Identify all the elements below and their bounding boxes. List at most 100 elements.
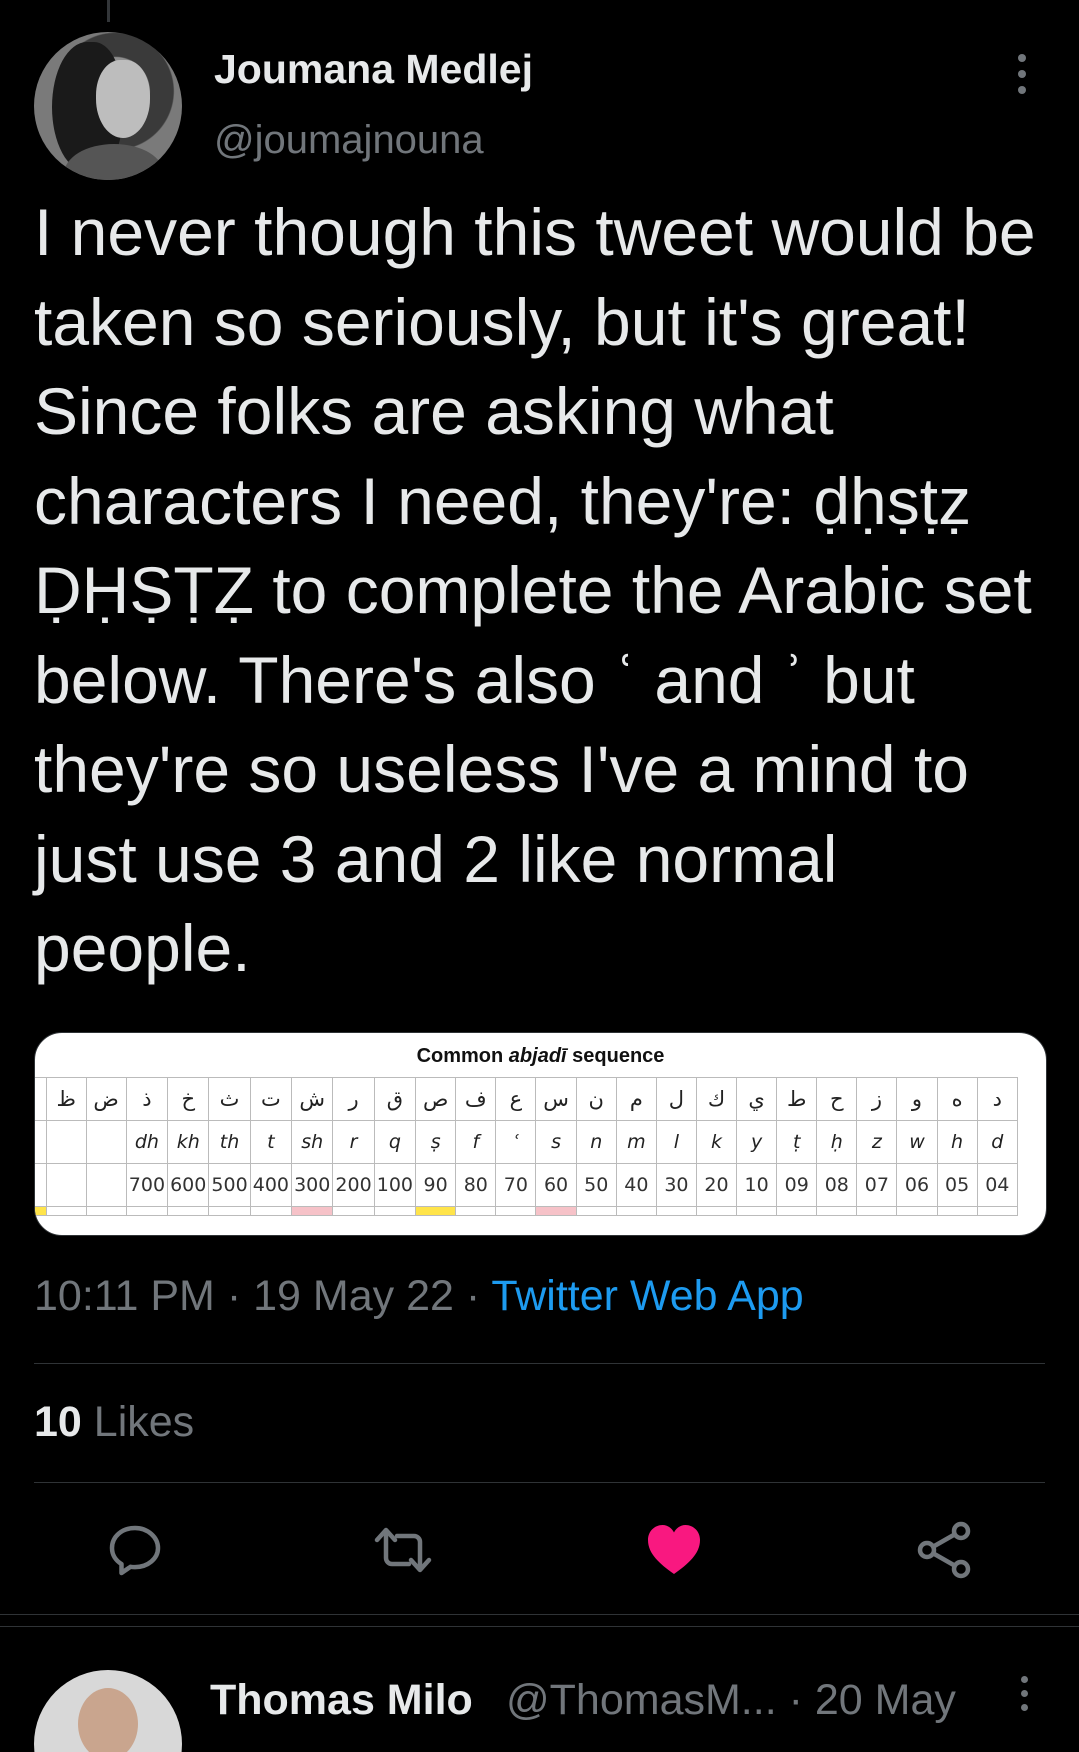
abjad-highlight-cell bbox=[976, 1206, 1019, 1216]
abjad-arabic-cell: ث bbox=[208, 1077, 251, 1121]
abjad-arabic-cell: ط bbox=[776, 1077, 818, 1121]
abjad-transliteration-cell: s bbox=[535, 1120, 577, 1164]
tweet-body-text: I never though this tweet would be taken… bbox=[34, 195, 1054, 985]
abjad-value-cell: 30 bbox=[655, 1163, 697, 1207]
abjad-highlight-cell bbox=[535, 1206, 577, 1216]
abjad-arabic-cell: ف bbox=[455, 1077, 497, 1121]
tweet-time[interactable]: 10:11 PM bbox=[34, 1272, 215, 1320]
abjad-value-cell: 08 bbox=[816, 1163, 858, 1207]
abjad-arabic-cell: ز bbox=[856, 1077, 898, 1121]
abjad-value-cell: 07 bbox=[856, 1163, 898, 1207]
retweet-icon bbox=[374, 1527, 432, 1573]
abjad-transliteration-cell: / bbox=[35, 1120, 47, 1164]
abjad-highlight-cell bbox=[896, 1206, 938, 1216]
abjad-transliteration-cell: l bbox=[655, 1120, 697, 1164]
abjad-arabic-cell: ك bbox=[695, 1077, 738, 1121]
abjad-transliteration-cell: y bbox=[736, 1120, 778, 1164]
abjad-arabic-cell: ر bbox=[332, 1077, 375, 1121]
abjad-highlight-cell bbox=[816, 1206, 858, 1216]
abjad-value-cell: 700 bbox=[125, 1163, 169, 1207]
abjad-transliteration-cell: ʿ bbox=[495, 1120, 537, 1164]
abjad-highlight-cell bbox=[936, 1206, 978, 1216]
tweet-media-image[interactable]: Common abjadī sequence غظضذخثتشرقصفعسنمل… bbox=[34, 1032, 1047, 1236]
reply-more-options-icon[interactable] bbox=[1018, 1676, 1030, 1716]
abjad-highlight-cell bbox=[415, 1206, 457, 1216]
abjad-arabic-cell: ت bbox=[249, 1077, 293, 1121]
abjad-transliteration-cell: ṣ bbox=[415, 1120, 457, 1164]
divider bbox=[34, 1363, 1045, 1364]
retweet-button[interactable] bbox=[371, 1518, 435, 1582]
abjad-arabic-cell: ص bbox=[415, 1077, 457, 1121]
reply-date[interactable]: 20 May bbox=[815, 1676, 956, 1724]
abjad-transliteration-cell bbox=[45, 1120, 87, 1164]
abjad-arabic-cell: د bbox=[976, 1077, 1019, 1121]
abjad-highlight-row bbox=[35, 1206, 1019, 1216]
abjad-value-cell: 200 bbox=[332, 1163, 375, 1207]
abjad-value-cell: 60 bbox=[535, 1163, 577, 1207]
abjad-value-cell: 0 bbox=[35, 1163, 47, 1207]
abjad-transliteration-cell: f bbox=[455, 1120, 497, 1164]
tweet-source-link[interactable]: Twitter Web App bbox=[491, 1272, 803, 1320]
abjad-arabic-cell: س bbox=[535, 1077, 577, 1121]
abjad-value-cell: 20 bbox=[695, 1163, 738, 1207]
author-avatar[interactable] bbox=[34, 32, 182, 180]
abjad-transliteration-cell: z bbox=[856, 1120, 898, 1164]
share-button[interactable] bbox=[912, 1518, 976, 1582]
likes-label: Likes bbox=[93, 1398, 195, 1446]
abjad-value-cell: 05 bbox=[936, 1163, 978, 1207]
reply-author-display-name[interactable]: Thomas Milo bbox=[210, 1676, 473, 1725]
abjad-transliteration-cell: d bbox=[976, 1120, 1019, 1164]
abjad-transliteration-cell: r bbox=[332, 1120, 375, 1164]
abjad-value-cell bbox=[45, 1163, 87, 1207]
abjad-arabic-cell: ض bbox=[85, 1077, 127, 1121]
thread-connector-line bbox=[107, 0, 110, 22]
reply-button[interactable] bbox=[103, 1518, 167, 1582]
reply-author-avatar[interactable] bbox=[34, 1670, 182, 1752]
abjad-highlight-cell bbox=[208, 1206, 251, 1216]
abjad-value-cell: 500 bbox=[208, 1163, 251, 1207]
more-options-icon[interactable] bbox=[1016, 54, 1028, 98]
abjad-highlight-cell bbox=[575, 1206, 617, 1216]
abjad-arabic-cell: ع bbox=[495, 1077, 537, 1121]
abjad-transliteration-cell: q bbox=[373, 1120, 417, 1164]
reply-author-handle-and-date: @ThomasM... · 20 May bbox=[506, 1676, 956, 1725]
reply-author-handle[interactable]: @ThomasM... bbox=[506, 1676, 777, 1724]
author-display-name[interactable]: Joumana Medlej bbox=[214, 46, 533, 93]
reply-tweet[interactable]: Thomas Milo @ThomasM... · 20 May bbox=[0, 1640, 1079, 1752]
abjad-highlight-cell bbox=[85, 1206, 127, 1216]
abjad-arabic-cell: غ bbox=[35, 1077, 47, 1121]
abjad-value-cell bbox=[85, 1163, 127, 1207]
abjad-value-cell: 10 bbox=[736, 1163, 778, 1207]
likes-stat[interactable]: 10 Likes bbox=[34, 1398, 194, 1447]
abjad-transliteration-cell: m bbox=[615, 1120, 657, 1164]
abjad-arabic-cell: ظ bbox=[45, 1077, 87, 1121]
author-handle[interactable]: @joumajnouna bbox=[214, 118, 484, 163]
likes-count: 10 bbox=[34, 1398, 82, 1446]
share-icon bbox=[917, 1521, 971, 1579]
abjad-highlight-cell bbox=[373, 1206, 417, 1216]
abjad-highlight-cell bbox=[35, 1206, 47, 1216]
abjad-value-cell: 04 bbox=[976, 1163, 1019, 1207]
like-button[interactable] bbox=[642, 1518, 706, 1582]
abjad-transliteration-cell: kh bbox=[167, 1120, 210, 1164]
media-title: Common abjadī sequence bbox=[416, 1045, 665, 1067]
abjad-row-values: 0 700600500400300200100908070605040302010… bbox=[35, 1163, 1019, 1207]
tweet-date[interactable]: 19 May 22 bbox=[253, 1272, 454, 1320]
abjad-highlight-cell bbox=[856, 1206, 898, 1216]
abjad-row-latin: / dhkhthtshrqṣfʿsnmlkyṭḥzwhd bbox=[35, 1120, 1019, 1164]
abjad-highlight-cell bbox=[495, 1206, 537, 1216]
abjad-value-cell: 50 bbox=[575, 1163, 617, 1207]
abjad-arabic-cell: ذ bbox=[125, 1077, 169, 1121]
abjad-transliteration-cell: ḥ bbox=[816, 1120, 858, 1164]
abjad-highlight-cell bbox=[332, 1206, 375, 1216]
abjad-highlight-cell bbox=[736, 1206, 778, 1216]
abjad-highlight-cell bbox=[695, 1206, 738, 1216]
abjad-transliteration-cell bbox=[85, 1120, 127, 1164]
abjad-value-cell: 400 bbox=[249, 1163, 293, 1207]
abjad-arabic-cell: ش bbox=[291, 1077, 334, 1121]
abjad-arabic-cell: خ bbox=[167, 1077, 210, 1121]
abjad-highlight-cell bbox=[615, 1206, 657, 1216]
abjad-arabic-cell: ي bbox=[736, 1077, 778, 1121]
abjad-arabic-cell: ه bbox=[936, 1077, 978, 1121]
avatar-head bbox=[78, 1688, 138, 1752]
